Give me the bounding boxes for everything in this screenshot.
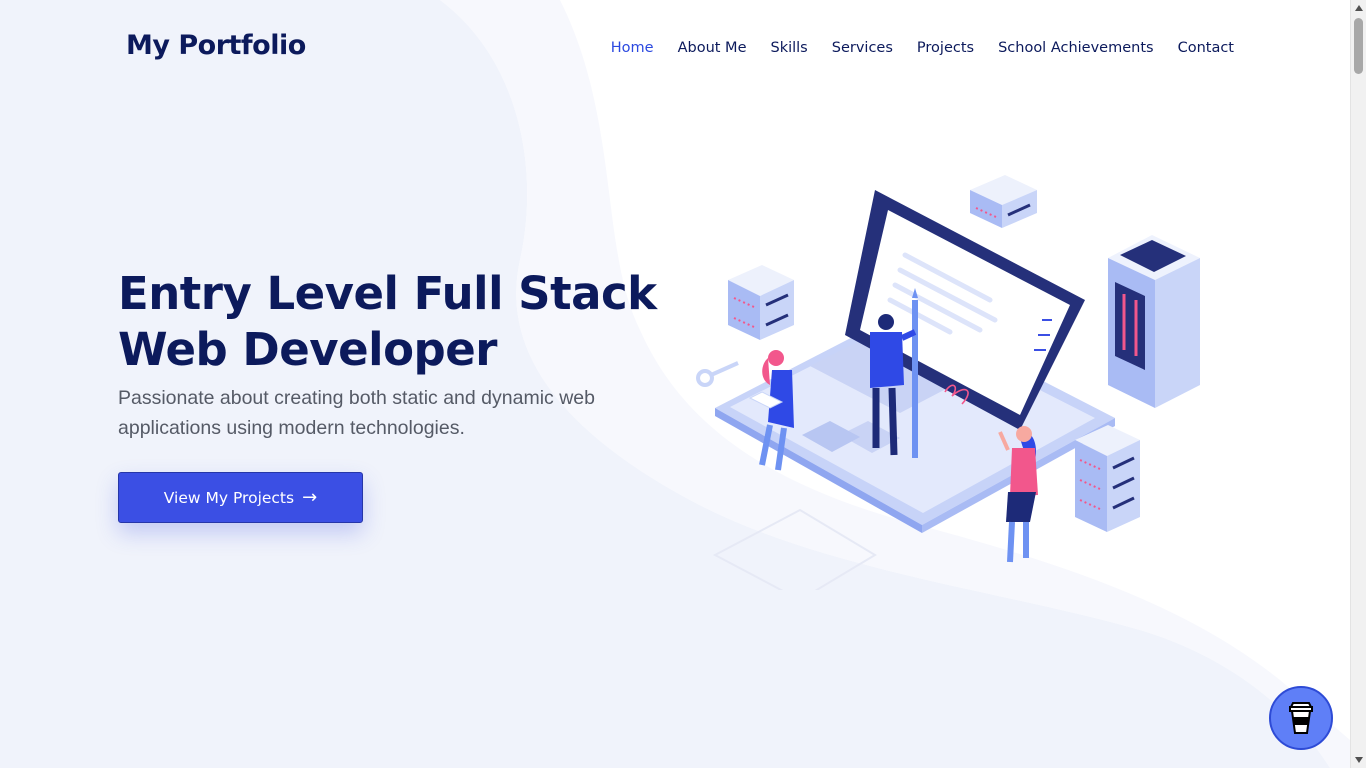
coffee-cup-icon: [1289, 702, 1313, 734]
nav-projects[interactable]: Projects: [917, 40, 974, 56]
nav-skills[interactable]: Skills: [771, 40, 808, 56]
page-scrollbar[interactable]: [1350, 0, 1366, 768]
scroll-up-arrow-icon[interactable]: [1351, 0, 1366, 16]
scrollbar-thumb[interactable]: [1354, 18, 1363, 74]
nav-home[interactable]: Home: [611, 40, 654, 56]
nav-services[interactable]: Services: [832, 40, 893, 56]
nav-contact[interactable]: Contact: [1178, 40, 1234, 56]
hero-title-line1: Entry Level Full Stack: [118, 267, 657, 320]
server-left: [728, 265, 794, 340]
view-projects-label: View My Projects: [163, 488, 295, 507]
hero-illustration: [696, 175, 1200, 590]
server-top: [970, 175, 1037, 228]
nav-about-me[interactable]: About Me: [678, 40, 747, 56]
hero-subtitle: Passionate about creating both static an…: [118, 383, 638, 443]
scroll-down-arrow-icon[interactable]: [1351, 752, 1366, 768]
main-nav: Home About Me Skills Services Projects S…: [611, 40, 1234, 56]
nav-school-achievements[interactable]: School Achievements: [998, 40, 1154, 56]
hero-title-line2: Web Developer: [118, 323, 497, 376]
arrow-right-icon: →: [302, 486, 318, 508]
page: My Portfolio Home About Me Skills Servic…: [0, 0, 1350, 768]
server-tower: [1108, 235, 1200, 408]
hero-subtitle-line2: applications using modern technologies.: [118, 417, 465, 439]
buy-me-coffee-button[interactable]: [1269, 686, 1333, 750]
server-right-stack: [1075, 425, 1140, 532]
key-icon: [696, 361, 739, 387]
site-logo[interactable]: My Portfolio: [126, 30, 306, 61]
hero-subtitle-line1: Passionate about creating both static an…: [118, 387, 595, 409]
hero-title: Entry Level Full Stack Web Developer: [118, 266, 678, 378]
view-projects-button[interactable]: View My Projects →: [118, 472, 363, 523]
